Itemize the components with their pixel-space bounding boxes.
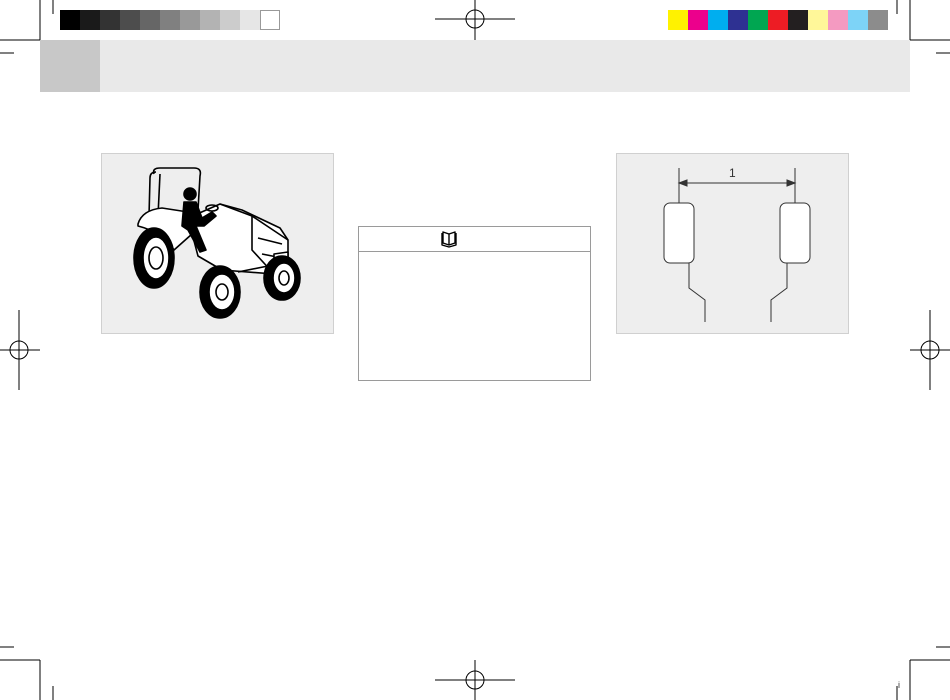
corner-mark: i [898, 680, 900, 690]
registration-mark-right [910, 310, 950, 390]
registration-mark-left [0, 310, 40, 390]
note-box [358, 226, 591, 381]
note-header [359, 227, 590, 252]
tractor-figure [101, 153, 334, 334]
registration-mark-top [435, 0, 515, 40]
dimension-label: 1 [729, 166, 736, 180]
registration-mark-bottom [435, 660, 515, 700]
page-header-tab [40, 40, 100, 92]
wheel-track-width-diagram [663, 168, 811, 322]
wheel-track-figure: 1 [616, 153, 849, 334]
open-book-icon [441, 231, 457, 248]
tractor-with-operator-illustration [133, 167, 301, 319]
page-header-band [40, 40, 910, 92]
